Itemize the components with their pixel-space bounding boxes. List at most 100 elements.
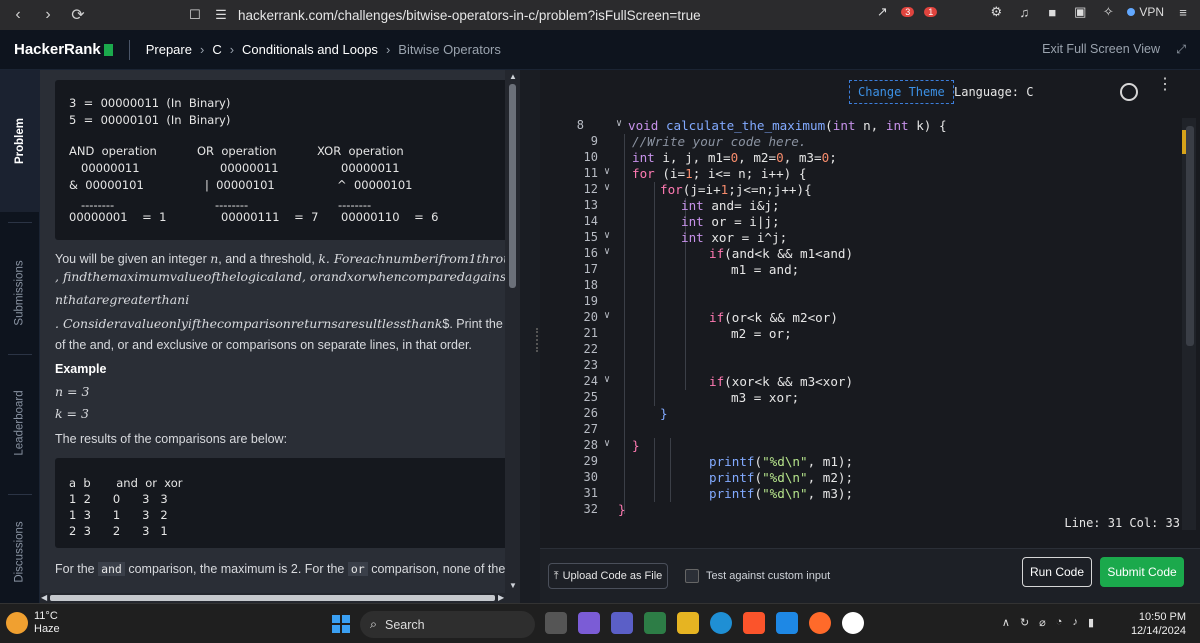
volume-icon[interactable]: ♪ xyxy=(1072,616,1078,629)
wifi-icon[interactable]: ◔ xyxy=(1056,616,1063,629)
store-icon[interactable] xyxy=(644,612,666,634)
fold-icon[interactable]: ∨ xyxy=(604,166,610,177)
fold-icon[interactable]: ∨ xyxy=(604,246,610,257)
pinned-apps xyxy=(545,612,864,634)
fold-icon[interactable]: ∨ xyxy=(604,438,610,449)
brave-shield-badge[interactable]: 3 xyxy=(901,7,915,17)
app-icon[interactable] xyxy=(809,612,831,634)
fold-icon[interactable]: ∨ xyxy=(604,182,610,193)
forward-icon[interactable]: › xyxy=(36,3,60,27)
editor-scroll-thumb[interactable] xyxy=(1186,126,1194,346)
more-options-icon[interactable]: ⋮ xyxy=(1157,77,1173,93)
vpn-status-dot xyxy=(1127,8,1136,16)
change-theme-button[interactable]: Change Theme xyxy=(849,80,954,104)
leo-icon[interactable]: ✧ xyxy=(1099,3,1117,21)
edge-icon[interactable] xyxy=(710,612,732,634)
code-editor-panel: Change Theme Language: C ⋮ 8 ∨ void calc… xyxy=(540,70,1200,603)
binary-line: 3 = 00000011 (In Binary) xyxy=(69,96,231,110)
custom-input-checkbox[interactable] xyxy=(685,569,699,583)
address-bar[interactable]: ☐ ☰ hackerrank.com/challenges/bitwise-op… xyxy=(186,3,936,27)
code-line-8: void calculate_the_maximum(int n, int k)… xyxy=(628,118,947,133)
scroll-left-icon[interactable]: ◀ xyxy=(41,593,47,602)
scroll-up-icon[interactable]: ▲ xyxy=(509,72,517,81)
tab-discussions[interactable]: Discussions xyxy=(0,502,40,602)
battery-icon[interactable]: ▮ xyxy=(1088,616,1094,629)
tab-leaderboard[interactable]: Leaderboard xyxy=(0,362,40,484)
tab-problem[interactable]: Problem xyxy=(0,70,40,212)
code-line-26: } xyxy=(660,406,668,421)
problem-paragraph: . Consideravalueonlyifthecomparisonretur… xyxy=(55,316,505,331)
sidebar-divider xyxy=(8,222,32,223)
url-text[interactable]: hackerrank.com/challenges/bitwise-operat… xyxy=(238,8,701,23)
share-icon[interactable]: ↗ xyxy=(873,3,891,21)
results-table-box: a b and or xor 1 2 0 3 3 1 3 1 3 2 2 3 2… xyxy=(55,458,505,548)
wallet-icon[interactable]: ▣ xyxy=(1071,3,1089,21)
history-icon[interactable] xyxy=(1120,83,1138,101)
scrollbar-thumb[interactable] xyxy=(509,84,516,288)
indent-guide xyxy=(654,438,655,502)
taskbar-search[interactable]: ⌕ Search xyxy=(360,611,535,638)
app-icon[interactable] xyxy=(842,612,864,634)
file-explorer-icon[interactable] xyxy=(677,612,699,634)
op-cell: 00000110 = 6 xyxy=(341,210,439,224)
problem-horizontal-scrollbar[interactable]: ◀ ▶ xyxy=(40,593,520,603)
run-code-button[interactable]: Run Code xyxy=(1022,557,1092,587)
tab-submissions-label: Submissions xyxy=(14,260,27,326)
vpn-button[interactable]: VPN xyxy=(1127,5,1164,19)
vscode-icon[interactable] xyxy=(776,612,798,634)
text-span: You will be given an integer xyxy=(55,252,211,266)
hackerrank-header: HackerRank Prepare › C › Conditionals an… xyxy=(0,30,1200,70)
clock[interactable]: 10:50 PM 12/14/2024 xyxy=(1131,610,1186,638)
start-icon[interactable] xyxy=(332,615,350,633)
bookmark-icon[interactable]: ☐ xyxy=(186,6,204,24)
fold-icon[interactable]: ∨ xyxy=(616,118,622,129)
reload-icon[interactable]: ⟳ xyxy=(66,3,90,27)
music-icon[interactable]: ♫ xyxy=(1015,3,1033,21)
copilot-icon[interactable] xyxy=(578,612,600,634)
hackerrank-logo[interactable]: HackerRank xyxy=(14,41,113,58)
problem-scrollbar[interactable]: ▲ ▼ xyxy=(505,70,520,593)
brave-icon[interactable] xyxy=(743,612,765,634)
editor-scrollbar[interactable] xyxy=(1182,118,1196,530)
custom-input-label[interactable]: Test against custom input xyxy=(706,570,830,582)
exit-full-screen-link[interactable]: Exit Full Screen View xyxy=(1042,42,1160,56)
teams-icon[interactable] xyxy=(611,612,633,634)
code-editor[interactable]: 8 ∨ void calculate_the_maximum(int n, in… xyxy=(540,118,1200,530)
line-number: 9 xyxy=(590,134,598,148)
fold-icon[interactable]: ∨ xyxy=(604,374,610,385)
logo-mark xyxy=(103,43,113,56)
collapse-icon[interactable]: ⤢ xyxy=(1176,42,1186,57)
upload-code-button[interactable]: ⤒ Upload Code as File xyxy=(548,563,668,589)
line-number: 30 xyxy=(583,470,598,484)
tab-submissions[interactable]: Submissions xyxy=(0,232,40,354)
sidebar-divider xyxy=(8,354,32,355)
scroll-down-icon[interactable]: ▼ xyxy=(509,581,517,590)
rewards-badge[interactable]: 1 xyxy=(924,7,938,17)
back-icon[interactable]: ‹ xyxy=(6,3,30,27)
code-line-25: m3 = xor; xyxy=(731,390,800,405)
problem-statement-panel: 3 = 00000011 (In Binary) 5 = 00000101 (I… xyxy=(40,70,505,593)
chevron-right-icon: › xyxy=(229,42,235,57)
task-view-icon[interactable] xyxy=(545,612,567,634)
text-span: $. Print the results xyxy=(442,317,505,331)
location-off-icon[interactable]: ⌀ xyxy=(1039,616,1046,629)
hscroll-thumb[interactable] xyxy=(50,595,495,601)
scroll-right-icon[interactable]: ▶ xyxy=(498,593,504,602)
extensions-icon[interactable]: ⚙ xyxy=(987,3,1005,21)
submit-code-button[interactable]: Submit Code xyxy=(1100,557,1184,587)
sync-icon[interactable]: ↻ xyxy=(1020,616,1029,629)
menu-icon[interactable]: ≡ xyxy=(1174,3,1192,21)
weather-widget[interactable]: 11°C Haze xyxy=(6,610,60,636)
weather-icon xyxy=(6,612,28,634)
language-selector[interactable]: Language: C xyxy=(954,85,1033,99)
show-hidden-icon[interactable]: ∧ xyxy=(1002,616,1010,629)
fold-icon[interactable]: ∨ xyxy=(604,310,610,321)
line-number: 13 xyxy=(583,198,598,212)
fold-icon[interactable]: ∨ xyxy=(604,230,610,241)
breadcrumb-c[interactable]: C xyxy=(212,42,221,57)
sidebar-icon[interactable]: ■ xyxy=(1043,3,1061,21)
breadcrumb-prepare[interactable]: Prepare xyxy=(146,42,192,57)
site-settings-icon[interactable]: ☰ xyxy=(212,6,230,24)
upload-icon: ⤒ xyxy=(553,569,559,582)
breadcrumb-conditionals[interactable]: Conditionals and Loops xyxy=(242,42,378,57)
